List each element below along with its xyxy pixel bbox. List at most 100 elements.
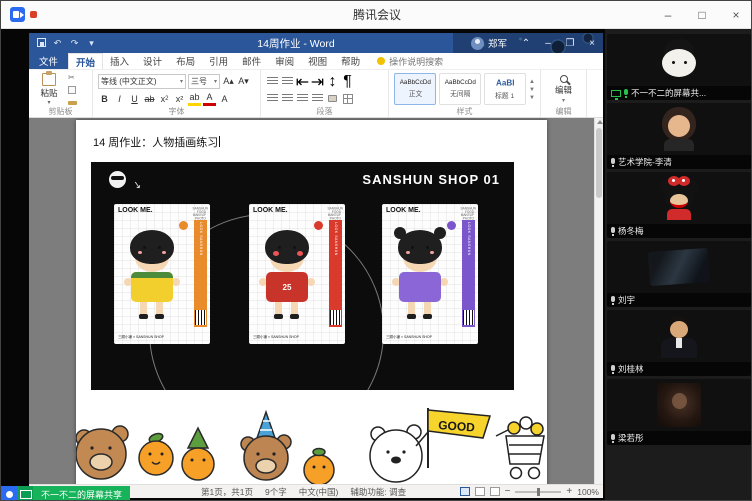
paragraph-group-label: 段落 — [261, 106, 388, 117]
styles-scroll-up-icon[interactable]: ▲ — [529, 79, 535, 85]
mic-icon — [611, 296, 615, 302]
sort-button[interactable]: ↕ — [326, 75, 339, 88]
highlight-color-button[interactable]: ab — [188, 92, 201, 106]
participant-label: 梁若彤 — [607, 431, 751, 445]
underline-button[interactable]: U — [128, 92, 141, 106]
screen-share-label: 不一不二的屏幕共享 — [33, 486, 130, 501]
style-name: 无间隔 — [450, 89, 470, 99]
document-page[interactable]: 14 周作业：人物插画练习 ↘ SANSHUN SHOP 01 LOOK ME.… — [76, 120, 547, 484]
participant-tile[interactable]: 刘宇 — [607, 241, 751, 307]
mic-icon — [611, 434, 615, 440]
tab-help[interactable]: 帮助 — [334, 53, 367, 69]
cartoon-girl: 25 — [261, 230, 313, 326]
tab-design[interactable]: 设计 — [136, 53, 169, 69]
superscript-button[interactable]: x² — [173, 92, 186, 106]
grow-font-button[interactable]: A▴ — [222, 75, 235, 89]
show-marks-button[interactable]: ¶ — [341, 75, 354, 88]
zoom-level[interactable]: 100% — [577, 487, 599, 497]
tell-me-search[interactable]: 操作说明搜索 — [377, 53, 443, 69]
meeting-maximize-button[interactable]: □ — [685, 1, 719, 29]
word-minimize-button[interactable]: – — [537, 33, 559, 53]
character-shading-button[interactable]: A — [218, 92, 231, 106]
paste-button[interactable]: 粘贴 ▾ — [34, 73, 64, 106]
account-chip[interactable]: 郑军 — [471, 36, 507, 50]
tab-insert[interactable]: 插入 — [103, 53, 136, 69]
zoom-knob[interactable] — [537, 488, 540, 496]
meeting-close-button[interactable]: × — [719, 1, 752, 29]
style-no-spacing[interactable]: AaBbCcDd 无间隔 — [439, 73, 481, 105]
bullets-button[interactable] — [266, 75, 279, 88]
bold-button[interactable]: B — [98, 92, 111, 106]
undo-icon[interactable]: ↶ — [52, 38, 63, 49]
tab-view[interactable]: 视图 — [301, 53, 334, 69]
tab-layout[interactable]: 布局 — [169, 53, 202, 69]
flag-text: GOOD — [438, 418, 476, 435]
font-group-label: 字体 — [93, 106, 260, 117]
scroll-up-icon[interactable] — [597, 120, 603, 124]
font-color-button[interactable]: A — [203, 92, 216, 106]
tab-mailings[interactable]: 邮件 — [235, 53, 268, 69]
accessibility-status[interactable]: 辅助功能: 调查 — [350, 486, 406, 498]
paste-dropdown-icon: ▾ — [47, 99, 50, 106]
cut-button[interactable]: ✂ — [68, 73, 80, 82]
participant-tile[interactable]: 艺术学院-李清 — [607, 103, 751, 169]
font-size-combo[interactable]: 三号▾ — [188, 74, 220, 89]
style-heading1[interactable]: AaBI 标题 1 — [484, 73, 526, 105]
style-normal[interactable]: AaBbCcDd 正文 — [394, 73, 436, 105]
tab-home[interactable]: 开始 — [68, 53, 103, 69]
web-layout-button[interactable] — [490, 487, 500, 496]
document-scrollbar[interactable] — [594, 118, 603, 484]
word-restore-button[interactable]: ❐ — [559, 33, 581, 53]
participant-tile[interactable]: 梁若彤 — [607, 379, 751, 445]
tab-file[interactable]: 文件 — [29, 53, 68, 69]
justify-button[interactable] — [311, 92, 324, 105]
paste-label: 粘贴 — [40, 87, 57, 99]
editing-group-label: 编辑 — [541, 106, 586, 117]
scrollbar-thumb[interactable] — [596, 128, 602, 198]
editing-button[interactable]: 编辑 — [555, 84, 572, 96]
increase-indent-button[interactable]: ⇥ — [311, 75, 324, 88]
styles-scroll-down-icon[interactable]: ▼ — [529, 87, 535, 93]
align-right-button[interactable] — [296, 92, 309, 105]
participant-tile[interactable]: 刘桂林 — [607, 310, 751, 376]
card-footer: 三顺小铺 × SANSHUN SHOP — [386, 335, 432, 340]
italic-button[interactable]: I — [113, 92, 126, 106]
print-layout-button[interactable] — [475, 487, 485, 496]
align-center-button[interactable] — [281, 92, 294, 105]
shrink-font-button[interactable]: A▾ — [237, 75, 250, 89]
participant-name: 杨冬梅 — [618, 225, 644, 237]
participant-label: 杨冬梅 — [607, 224, 751, 238]
editing-dropdown-icon[interactable]: ▾ — [562, 97, 565, 104]
borders-button[interactable] — [341, 92, 354, 105]
page-count[interactable]: 第1页，共1页 — [201, 486, 253, 498]
read-mode-button[interactable] — [460, 487, 470, 496]
shading-button[interactable] — [326, 92, 339, 105]
zoom-out-button[interactable]: − — [505, 487, 511, 497]
tab-review[interactable]: 审阅 — [268, 53, 301, 69]
meeting-minimize-button[interactable]: – — [651, 1, 685, 29]
language-status[interactable]: 中文(中国) — [299, 486, 339, 498]
subscript-button[interactable]: x2 — [158, 92, 171, 106]
zoom-slider[interactable] — [515, 491, 561, 493]
tab-references[interactable]: 引用 — [202, 53, 235, 69]
word-close-button[interactable]: × — [581, 33, 603, 53]
participant-tile[interactable]: 杨冬梅 — [607, 172, 751, 238]
save-icon[interactable] — [37, 38, 46, 47]
participant-tile-host[interactable]: 不一不二的屏幕共... — [607, 34, 751, 100]
numbering-button[interactable] — [281, 75, 294, 88]
quick-access-dropdown-icon[interactable]: ▾ — [86, 38, 97, 49]
format-painter-button[interactable] — [68, 97, 80, 106]
copy-button[interactable] — [68, 85, 80, 94]
styles-more-icon[interactable]: ▼ — [529, 95, 535, 101]
decrease-indent-button[interactable]: ⇤ — [296, 75, 309, 88]
style-preview: AaBI — [496, 78, 514, 87]
redo-icon[interactable]: ↷ — [69, 38, 80, 49]
word-count[interactable]: 9个字 — [265, 486, 287, 498]
document-title: 14周作业 - Word — [149, 36, 443, 51]
zoom-in-button[interactable]: + — [566, 487, 572, 497]
ribbon-display-options-button[interactable]: ⌃ — [515, 33, 537, 53]
strikethrough-button[interactable]: ab — [143, 92, 156, 106]
host-avatar — [659, 39, 699, 81]
align-left-button[interactable] — [266, 92, 279, 105]
font-name-combo[interactable]: 等线 (中文正文)▾ — [98, 74, 186, 89]
